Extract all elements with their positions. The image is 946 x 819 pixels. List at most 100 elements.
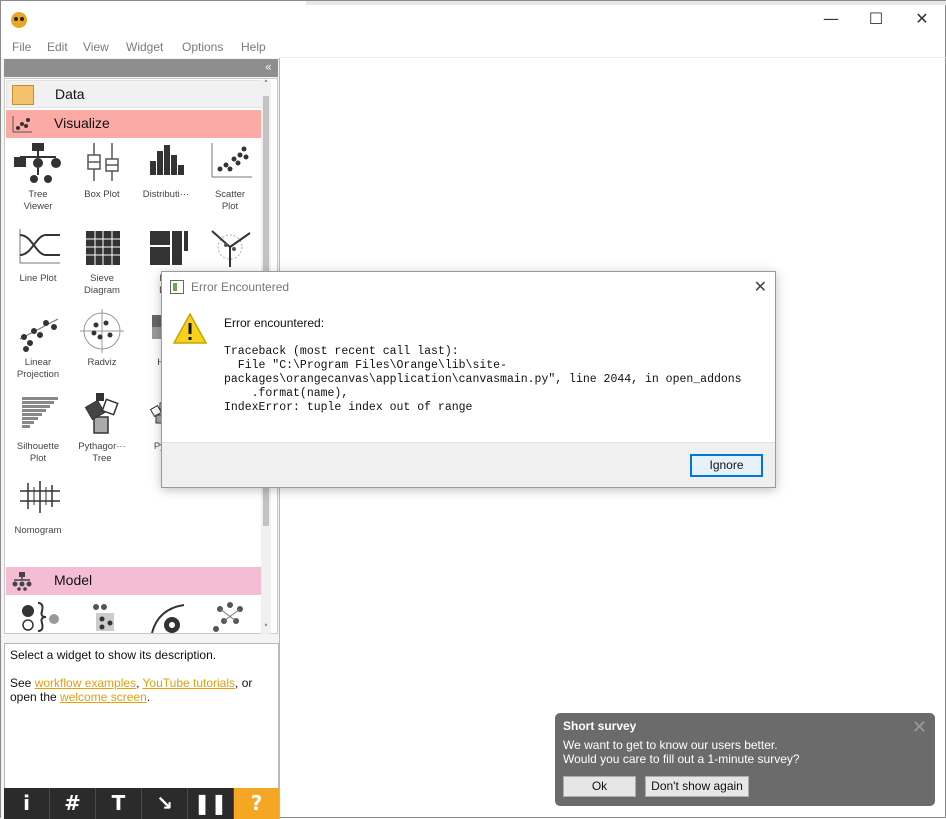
- welcome-screen-link[interactable]: welcome screen: [60, 690, 147, 704]
- category-model-label: Model: [54, 572, 93, 588]
- neural-network-icon: [213, 602, 243, 632]
- help-icon[interactable]: ?: [234, 788, 279, 819]
- scroll-up-icon[interactable]: ˄: [261, 80, 271, 90]
- youtube-tutorials-link[interactable]: YouTube tutorials: [143, 676, 236, 690]
- nomogram-icon: [20, 481, 60, 513]
- close-window-button[interactable]: ✕: [912, 9, 932, 29]
- widget-constant[interactable]: [6, 599, 70, 633]
- widget-sieve-diagram[interactable]: Sieve Diagram: [70, 225, 134, 305]
- survey-ok-button[interactable]: Ok: [563, 776, 636, 797]
- widget-label: Sieve Diagram: [84, 273, 120, 296]
- short-survey-notification: Short survey ✕ We want to get to know ou…: [555, 713, 935, 806]
- dialog-traceback: Traceback (most recent call last): File …: [224, 345, 742, 414]
- widget-box-plot[interactable]: Box Plot: [70, 141, 134, 221]
- box-plot-icon: [87, 143, 119, 181]
- survey-text: We want to get to know our users better.…: [563, 738, 800, 766]
- widget-gradient-boosting[interactable]: [134, 599, 198, 633]
- pythagorean-tree-icon: [84, 393, 119, 434]
- workflow-examples-link[interactable]: workflow examples: [35, 676, 136, 690]
- scatter-plot-icon: [211, 143, 252, 178]
- widget-nomogram[interactable]: Nomogram: [6, 477, 70, 557]
- survey-line-1: We want to get to know our users better.: [563, 738, 778, 752]
- widget-silhouette-plot[interactable]: Silhouette Plot: [6, 393, 70, 473]
- menu-options[interactable]: Options: [182, 40, 223, 54]
- widget-label: Nomogram: [14, 525, 62, 536]
- dialog-close-icon[interactable]: ✕: [754, 277, 767, 296]
- widget-label: Silhouette Plot: [16, 441, 60, 464]
- orange-canvas-window: — ☐ ✕ File Edit View Widget Options Help…: [0, 0, 946, 819]
- widget-knn[interactable]: [70, 599, 134, 633]
- info-icon[interactable]: i: [4, 788, 50, 819]
- tree-viewer-icon: [14, 143, 61, 183]
- menu-help[interactable]: Help: [241, 40, 266, 54]
- category-data[interactable]: Data: [6, 80, 264, 108]
- data-table-icon: [12, 85, 34, 105]
- model-tree-icon: [12, 572, 32, 591]
- text-see: See: [10, 676, 35, 690]
- text-annotation-icon[interactable]: T: [96, 788, 142, 819]
- widget-description-panel: Select a widget to show its description.…: [4, 643, 279, 789]
- orange-canvas-icon: [11, 12, 27, 28]
- widget-label: Box Plot: [84, 189, 120, 200]
- silhouette-plot-icon: [22, 397, 58, 428]
- dialog-title-bar: Error Encountered ✕: [162, 272, 775, 302]
- widget-label: Pythagor··· Tree: [78, 441, 126, 464]
- menu-file[interactable]: File: [12, 40, 31, 54]
- widget-radviz[interactable]: Radviz: [70, 309, 134, 389]
- widget-distributions[interactable]: Distributi···: [134, 141, 198, 221]
- widget-label: Radviz: [87, 357, 117, 368]
- title-bar: — ☐ ✕: [1, 1, 946, 37]
- distributions-icon: [150, 145, 184, 175]
- widget-neural-network[interactable]: [198, 599, 262, 633]
- menu-view[interactable]: View: [83, 40, 109, 54]
- linear-projection-icon: [19, 318, 59, 352]
- category-model[interactable]: Model: [6, 567, 264, 595]
- dock-header: «: [4, 59, 278, 77]
- dialog-footer: Ignore: [162, 442, 775, 487]
- dialog-message: Error encountered:: [224, 316, 325, 330]
- maximize-button[interactable]: ☐: [866, 9, 886, 29]
- scatter-category-icon: [12, 116, 32, 133]
- pause-icon[interactable]: ❚❚: [188, 788, 234, 819]
- warning-icon: [172, 312, 208, 344]
- widget-tree-viewer[interactable]: Tree Viewer: [6, 141, 70, 221]
- error-dialog: Error Encountered ✕ Error encountered: T…: [161, 271, 776, 488]
- freeviz-icon: [211, 230, 251, 267]
- survey-dont-show-button[interactable]: Don't show again: [645, 776, 749, 797]
- survey-close-icon[interactable]: ✕: [912, 717, 927, 738]
- category-visualize[interactable]: Visualize: [6, 110, 264, 138]
- description-hint: Select a widget to show its description.: [10, 648, 217, 662]
- sieve-diagram-icon: [86, 231, 120, 265]
- ignore-button[interactable]: Ignore: [690, 454, 763, 477]
- menu-widget[interactable]: Widget: [126, 40, 163, 54]
- line-plot-icon: [19, 229, 60, 264]
- survey-title: Short survey: [563, 719, 637, 733]
- description-links: See workflow examples, YouTube tutorials…: [10, 676, 273, 704]
- arrow-annotation-icon[interactable]: ↘: [142, 788, 188, 819]
- category-visualize-label: Visualize: [54, 115, 110, 131]
- widget-label: Tree Viewer: [23, 189, 53, 212]
- text-period: .: [146, 690, 151, 704]
- menu-bar: File Edit View Widget Options Help: [1, 38, 946, 58]
- widget-line-plot[interactable]: Line Plot: [6, 225, 70, 305]
- minimize-button[interactable]: —: [821, 9, 841, 29]
- widget-label: Scatter Plot: [214, 189, 246, 212]
- gear-icon: [151, 604, 185, 633]
- collapse-dock-icon[interactable]: «: [265, 60, 272, 74]
- radviz-icon: [80, 309, 124, 353]
- grid-icon[interactable]: #: [50, 788, 96, 819]
- widget-scatter-plot[interactable]: Scatter Plot: [198, 141, 262, 221]
- scroll-down-icon[interactable]: ˅: [261, 624, 271, 634]
- canvas-toolbar: i # T ↘ ❚❚ ?: [4, 788, 279, 819]
- knn-icon: [93, 604, 114, 631]
- constant-icon: [22, 602, 59, 632]
- dialog-title: Error Encountered: [191, 280, 290, 294]
- widget-label: Linear Projection: [16, 357, 60, 380]
- widget-label: Line Plot: [19, 273, 57, 284]
- widget-pythagorean-tree[interactable]: Pythagor··· Tree: [70, 393, 134, 473]
- mosaic-display-icon: [150, 231, 188, 265]
- menu-edit[interactable]: Edit: [47, 40, 68, 54]
- canvas-separator: [280, 57, 946, 58]
- widget-linear-projection[interactable]: Linear Projection: [6, 309, 70, 389]
- category-data-label: Data: [55, 86, 85, 102]
